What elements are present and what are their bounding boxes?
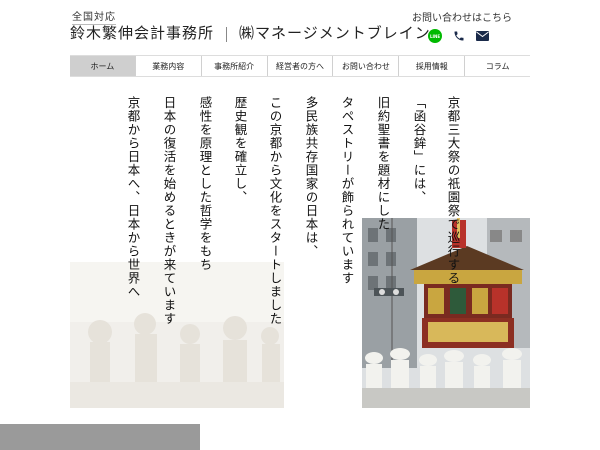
vertical-text-column: 旧約聖書を題材にした [375, 96, 391, 231]
vertical-text-column: 「函谷鉾」には、 [411, 96, 427, 204]
site-brand[interactable]: 鈴木繁伸会計事務所 ㈱マネージメントブレイン [70, 22, 431, 43]
faded-festival-photo [70, 262, 284, 408]
nav-item-0[interactable]: ホーム [70, 56, 136, 76]
line-icon-text: LINE [429, 33, 441, 39]
contact-label: お問い合わせはこちら [412, 13, 512, 24]
vertical-text-column: 日本の復活を始めるときが来ています [161, 96, 177, 326]
vertical-text-column: 多民族共存国家の日本は、 [303, 96, 319, 258]
nav-item-5[interactable]: 採用情報 [399, 56, 466, 76]
brand-secondary: ㈱マネージメントブレイン [239, 24, 431, 42]
vertical-text-column: 歴史観を確立し、 [232, 96, 248, 204]
site-header: 全国対応 鈴木繁伸会計事務所 ㈱マネージメントブレイン お問い合わせはこちら LI… [0, 0, 600, 52]
brand-primary: 鈴木繁伸会計事務所 [70, 24, 215, 42]
contact-icons: LINE [428, 29, 489, 43]
nav-item-1[interactable]: 業務内容 [135, 56, 202, 76]
nav-item-3[interactable]: 経営者の方へ [267, 56, 334, 76]
line-icon[interactable]: LINE [428, 29, 442, 43]
vertical-text-column: 京都から日本へ、日本から世界へ [125, 96, 141, 299]
vertical-text-column: 京都三大祭の祇園祭で巡行する [445, 96, 461, 285]
nav-item-2[interactable]: 事務所紹介 [201, 56, 268, 76]
vertical-text-column: この京都から文化をスタートしました [267, 96, 283, 326]
vertical-text-column: 感性を原理とした哲学をもち [197, 96, 213, 272]
bottom-bar [0, 424, 200, 450]
nav-item-6[interactable]: コラム [465, 56, 531, 76]
nav-item-4[interactable]: お問い合わせ [333, 56, 400, 76]
brand-divider [226, 26, 228, 42]
vertical-text-column: タペストリーが飾られています [339, 96, 355, 285]
main-nav: ホーム 業務内容 事務所紹介 経営者の方へ お問い合わせ 採用情報 コラム [70, 55, 531, 77]
mail-icon[interactable] [476, 31, 489, 41]
phone-icon[interactable] [453, 30, 465, 42]
